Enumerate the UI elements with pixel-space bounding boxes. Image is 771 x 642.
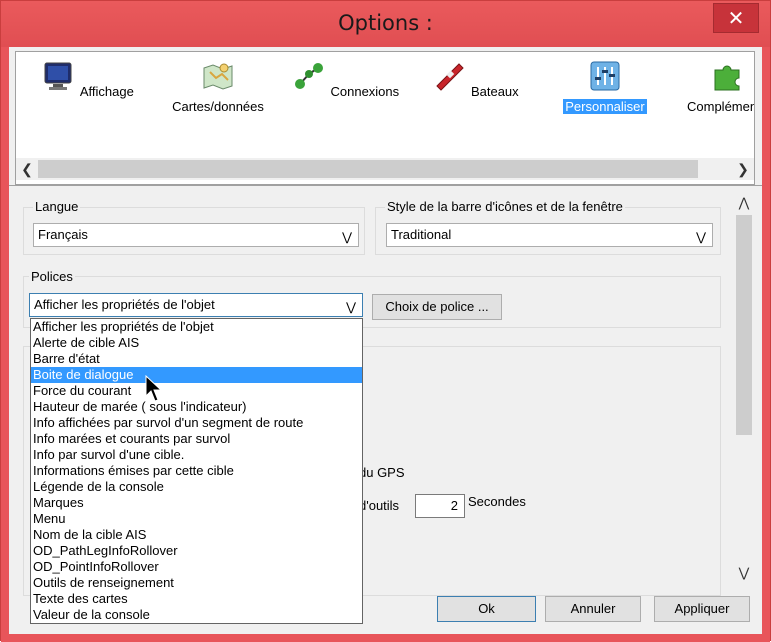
tool-label: Cartes/données <box>172 99 264 114</box>
dropdown-option[interactable]: Hauteur de marée ( sous l'indicateur) <box>31 399 362 415</box>
close-button[interactable]: ✕ <box>713 3 759 33</box>
ok-button[interactable]: Ok <box>437 596 536 622</box>
dropdown-option[interactable]: Force du courant <box>31 383 362 399</box>
polices-value: Afficher les propriétés de l'objet <box>34 297 215 312</box>
langue-value: Français <box>38 227 88 242</box>
scroll-up-icon[interactable]: ⋀ <box>734 193 754 213</box>
polices-label: Polices <box>29 269 75 284</box>
seconds-label: Secondes <box>468 494 526 509</box>
scroll-down-icon[interactable]: ⋁ <box>734 563 754 583</box>
dialog-content: Affichage Cartes/données Connexions Bate… <box>9 47 762 634</box>
choose-font-button[interactable]: Choix de police ... <box>372 294 502 320</box>
toolbar-horizontal-scrollbar[interactable]: ❮ ❯ <box>16 158 754 180</box>
title-bar[interactable]: Options : ✕ <box>1 1 770 47</box>
dropdown-option[interactable]: Boite de dialogue <box>31 367 362 383</box>
scroll-thumb[interactable] <box>736 215 752 435</box>
dropdown-option[interactable]: Marques <box>31 495 362 511</box>
style-value: Traditional <box>391 227 452 242</box>
chevron-down-icon: ⋁ <box>346 300 356 314</box>
style-label: Style de la barre d'icônes et de la fenê… <box>385 199 625 214</box>
boat-icon <box>436 63 465 91</box>
dropdown-option[interactable]: Info marées et courants par survol <box>31 431 362 447</box>
tool-cartes[interactable]: Cartes/données <box>163 60 273 114</box>
tool-personnaliser[interactable]: Personnaliser <box>550 60 660 114</box>
dropdown-option[interactable]: Nom de la cible AIS <box>31 527 362 543</box>
window-title: Options : <box>338 11 433 35</box>
dropdown-option[interactable]: Info par survol d'une cible. <box>31 447 362 463</box>
tool-affichage[interactable]: Affichage <box>34 60 144 99</box>
dropdown-option[interactable]: Alerte de cible AIS <box>31 335 362 351</box>
mouse-pointer-icon <box>145 375 163 402</box>
gps-label: du GPS <box>359 465 405 480</box>
tool-bateaux[interactable]: Bateaux <box>422 60 532 99</box>
puzzle-icon <box>714 65 740 91</box>
dropdown-option[interactable]: Informations émises par cette cible <box>31 463 362 479</box>
tool-complements[interactable]: Compléments <box>678 60 754 114</box>
dropdown-option[interactable]: Menu <box>31 511 362 527</box>
chevron-down-icon: ⋁ <box>696 230 706 244</box>
seconds-input[interactable]: 2 <box>415 494 465 518</box>
dropdown-option[interactable]: Barre d'état <box>31 351 362 367</box>
tool-label: Personnaliser <box>563 99 647 114</box>
cancel-button[interactable]: Annuler <box>545 596 641 622</box>
dropdown-option[interactable]: OD_PointInfoRollover <box>31 559 362 575</box>
tool-label: Connexions <box>330 84 400 99</box>
category-toolbar: Affichage Cartes/données Connexions Bate… <box>15 51 755 185</box>
charts-icon <box>203 63 233 90</box>
polices-select[interactable]: Afficher les propriétés de l'objet ⋁ <box>29 293 363 317</box>
tool-connexions[interactable]: Connexions <box>292 60 402 99</box>
scroll-thumb[interactable] <box>38 160 698 178</box>
sliders-icon <box>590 61 620 91</box>
monitor-icon <box>44 62 72 90</box>
connections-icon <box>294 63 323 89</box>
dropdown-option[interactable]: Outils de renseignement <box>31 575 362 591</box>
dropdown-option[interactable]: Valeur de la console <box>31 607 362 623</box>
dropdown-option[interactable]: Afficher les propriétés de l'objet <box>31 319 362 335</box>
langue-label: Langue <box>33 199 81 214</box>
dropdown-option[interactable]: Info affichées par survol d'un segment d… <box>31 415 362 431</box>
window-frame-right <box>762 47 770 642</box>
tool-label: Compléments <box>687 99 754 114</box>
dropdown-option[interactable]: OD_PathLegInfoRollover <box>31 543 362 559</box>
settings-vertical-scrollbar[interactable]: ⋀ ⋁ <box>734 193 754 583</box>
tool-label: Affichage <box>79 84 134 99</box>
dropdown-option[interactable]: Légende de la console <box>31 479 362 495</box>
chevron-down-icon: ⋁ <box>342 230 352 244</box>
apply-button[interactable]: Appliquer <box>654 596 750 622</box>
langue-select[interactable]: Français ⋁ <box>33 223 359 247</box>
tool-label: Bateaux <box>470 84 519 99</box>
scroll-left-icon[interactable]: ❮ <box>16 158 38 180</box>
style-select[interactable]: Traditional ⋁ <box>386 223 713 247</box>
outils-label: d'outils <box>359 498 400 513</box>
options-window: Options : ✕ Affichage Cartes/données Con… <box>0 0 771 642</box>
scroll-right-icon[interactable]: ❯ <box>732 158 754 180</box>
toolbar-divider <box>9 185 762 186</box>
polices-dropdown-list[interactable]: Afficher les propriétés de l'objet Alerte… <box>30 318 363 624</box>
window-frame-left <box>1 47 9 642</box>
dropdown-option[interactable]: Texte des cartes <box>31 591 362 607</box>
